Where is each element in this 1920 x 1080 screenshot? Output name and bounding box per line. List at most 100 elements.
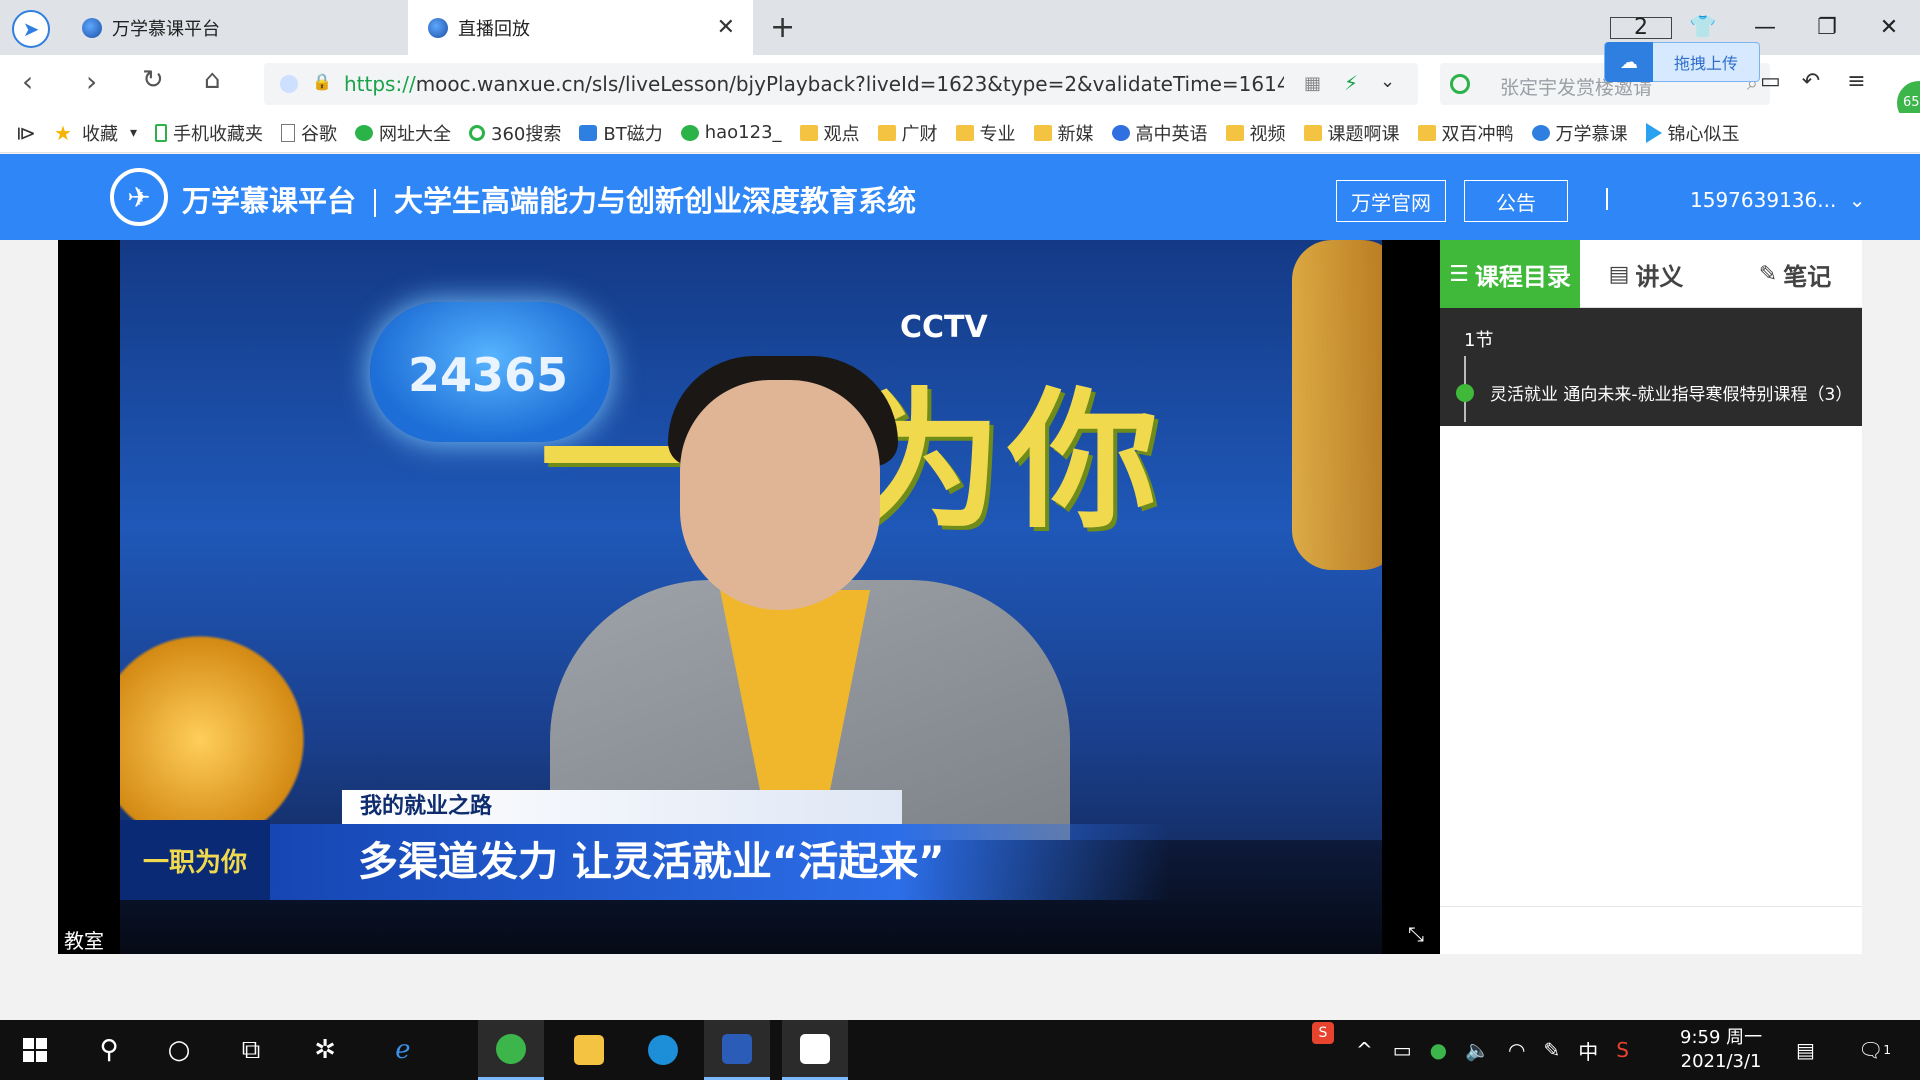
tab-count-button[interactable]: 2 [1610,15,1672,40]
baidu-netdisk-icon[interactable] [782,1020,848,1080]
cortana-icon[interactable]: ○ [146,1020,212,1080]
security-icon[interactable]: ● [1430,1038,1447,1062]
minimize-button[interactable]: — [1734,15,1796,40]
menu-icon[interactable]: ≡ [1847,69,1865,94]
panel-tabs: ☰ 课程目录 ▤ 讲义 ✎ 笔记 [1440,240,1862,308]
taskbar: ⚲ ○ ⧉ ✲ ℯ S ^ ▭ ● 🔈 ◠ ✎ 中 S 9:59 周一 2021… [0,1020,1920,1080]
task-view-icon[interactable]: ⧉ [218,1020,284,1080]
bookmark-item[interactable]: 万学慕课 [1531,120,1628,146]
forward-button[interactable]: › [86,65,97,98]
address-bar[interactable]: 🔒 https://mooc.wanxue.cn/sls/liveLesson/… [264,63,1418,105]
folder-icon [955,124,974,141]
ime-mode[interactable]: 中 [1578,1036,1598,1065]
bookmark-item[interactable]: 高中英语 [1111,120,1208,146]
ie-browser-icon[interactable]: ℯ [370,1020,436,1080]
skin-shirt-icon[interactable]: 👕 [1672,15,1734,40]
chevron-down-icon: ⌄ [1848,188,1866,212]
current-lesson-dot [1456,384,1474,402]
close-tab-icon[interactable]: ✕ [717,15,735,40]
360-search-icon [1450,74,1470,94]
bookmark-item[interactable]: 观点 [799,120,860,146]
search-icon[interactable]: ⚲ [76,1020,142,1080]
show-hidden-icon[interactable]: ^ [1356,1038,1373,1062]
word-icon[interactable] [704,1020,770,1080]
video-player[interactable]: 24365 一职为你 CCTV 我的就业之路 一职为你 多渠道发力 让灵活就业“… [58,240,1440,954]
file-explorer-icon[interactable] [556,1020,622,1080]
bookmark-item[interactable]: hao123_ [680,122,782,143]
bookmark-item[interactable]: 课题啊课 [1303,120,1400,146]
bookmark-item[interactable]: 新媒 [1033,120,1094,146]
start-button[interactable] [2,1020,68,1080]
star-icon: ★ [54,120,72,145]
tab-course-catalog[interactable]: ☰ 课程目录 [1440,240,1580,308]
sogou-ime-icon[interactable]: S [1312,1022,1334,1044]
clock-time: 9:59 周一 [1680,1027,1763,1048]
document-icon [281,123,296,142]
bookmark-item[interactable]: 360搜索 [469,120,561,146]
title-divider [374,189,377,217]
tab-notes[interactable]: ✎ 笔记 [1730,240,1860,308]
lesson-item[interactable]: 灵活就业 通向未来-就业指导寒假特别课程（3） [1490,380,1860,405]
lightning-icon[interactable]: ⚡ [1344,71,1358,95]
shield-icon [280,75,298,93]
battery-icon[interactable]: ▭ [1393,1038,1412,1062]
bookmark-item[interactable]: 手机收藏夹 [155,120,263,146]
360-browser-taskbar-icon[interactable] [478,1020,544,1080]
notice-button[interactable]: 公告 [1464,180,1568,222]
folder-icon [1303,124,1322,141]
tab-handout[interactable]: ▤ 讲义 [1586,240,1706,308]
site-header: ✈ 万学慕课平台 大学生高端能力与创新创业深度教育系统 万学官网 公告 15976… [0,154,1920,240]
home-button[interactable]: ⌂ [204,65,221,95]
baidu-upload-button[interactable]: ☁ 拖拽上传 [1604,42,1760,82]
bookmark-item[interactable]: BT磁力 [579,120,663,146]
folder-icon [1033,124,1052,141]
new-tab-button[interactable]: + [770,10,795,45]
header-divider [1606,188,1608,210]
user-menu[interactable]: 1597639136... ⌄ [1690,188,1865,212]
bookmark-item[interactable]: ★ 收藏 ▾ [54,120,137,146]
sidebar-toggle-icon[interactable]: ⧐ [16,121,36,145]
windows-logo-icon [23,1038,47,1062]
back-button[interactable]: ‹ [22,65,33,98]
tab-playback[interactable]: 直播回放 ✕ [408,0,753,55]
action-center-icon[interactable]: 🗨 1 [1858,1020,1891,1080]
clock-date: 2021/3/1 [1680,1051,1762,1072]
bookmark-item[interactable]: 视频 [1225,120,1286,146]
tab-title: 直播回放 [458,18,530,40]
globe-icon [355,124,374,141]
bookmark-item[interactable]: 谷歌 [281,120,337,146]
course-panel: ☰ 课程目录 ▤ 讲义 ✎ 笔记 1节 灵活就业 通向未来-就业指导寒假特别课程（3） [1440,240,1862,954]
wanxue-logo-icon[interactable]: ✈ [110,168,168,226]
browser-logo-icon[interactable]: ➤ [12,10,50,48]
volume-icon[interactable]: 🔈 [1465,1038,1490,1062]
official-site-button[interactable]: 万学官网 [1336,180,1446,222]
pen-icon[interactable]: ✎ [1543,1038,1560,1062]
edge-browser-icon[interactable] [630,1020,696,1080]
bookmark-item[interactable]: 广财 [877,120,938,146]
url-text[interactable]: https://mooc.wanxue.cn/sls/liveLesson/bj… [344,72,1284,96]
wifi-icon[interactable]: ◠ [1508,1038,1525,1062]
tab-wanxue[interactable]: 万学慕课平台 [78,0,408,55]
undo-icon[interactable]: ↶ [1802,69,1820,94]
sogou-icon[interactable]: S [1616,1038,1629,1062]
bookmark-item[interactable]: 双百冲鸭 [1417,120,1514,146]
document-icon: ▤ [1608,261,1630,287]
caption-subtitle: 我的就业之路 [342,790,902,824]
bookmark-item[interactable]: 网址大全 [355,120,451,146]
chevron-down-icon[interactable]: ⌄ [1380,71,1395,92]
notes-icon[interactable]: ▤ [1796,1020,1815,1080]
reload-button[interactable]: ↻ [142,65,164,95]
battery-icon[interactable]: ▭ [1760,69,1781,94]
hao123-icon [680,124,699,141]
exit-fullscreen-icon[interactable]: ⤡ [1408,922,1424,946]
caret-down-icon[interactable]: ▾ [130,125,137,141]
restore-button[interactable]: ❐ [1796,15,1858,40]
app-icon[interactable]: ✲ [292,1020,358,1080]
close-window-button[interactable]: ✕ [1858,15,1920,40]
bookmark-item[interactable]: 锦心似玉 [1645,120,1740,146]
qr-code-icon[interactable]: ▦ [1304,73,1321,94]
clock[interactable]: 9:59 周一 2021/3/1 [1680,1026,1762,1074]
bookmark-item[interactable]: 专业 [955,120,1016,146]
folder-icon [1225,124,1244,141]
folder-icon [799,124,818,141]
